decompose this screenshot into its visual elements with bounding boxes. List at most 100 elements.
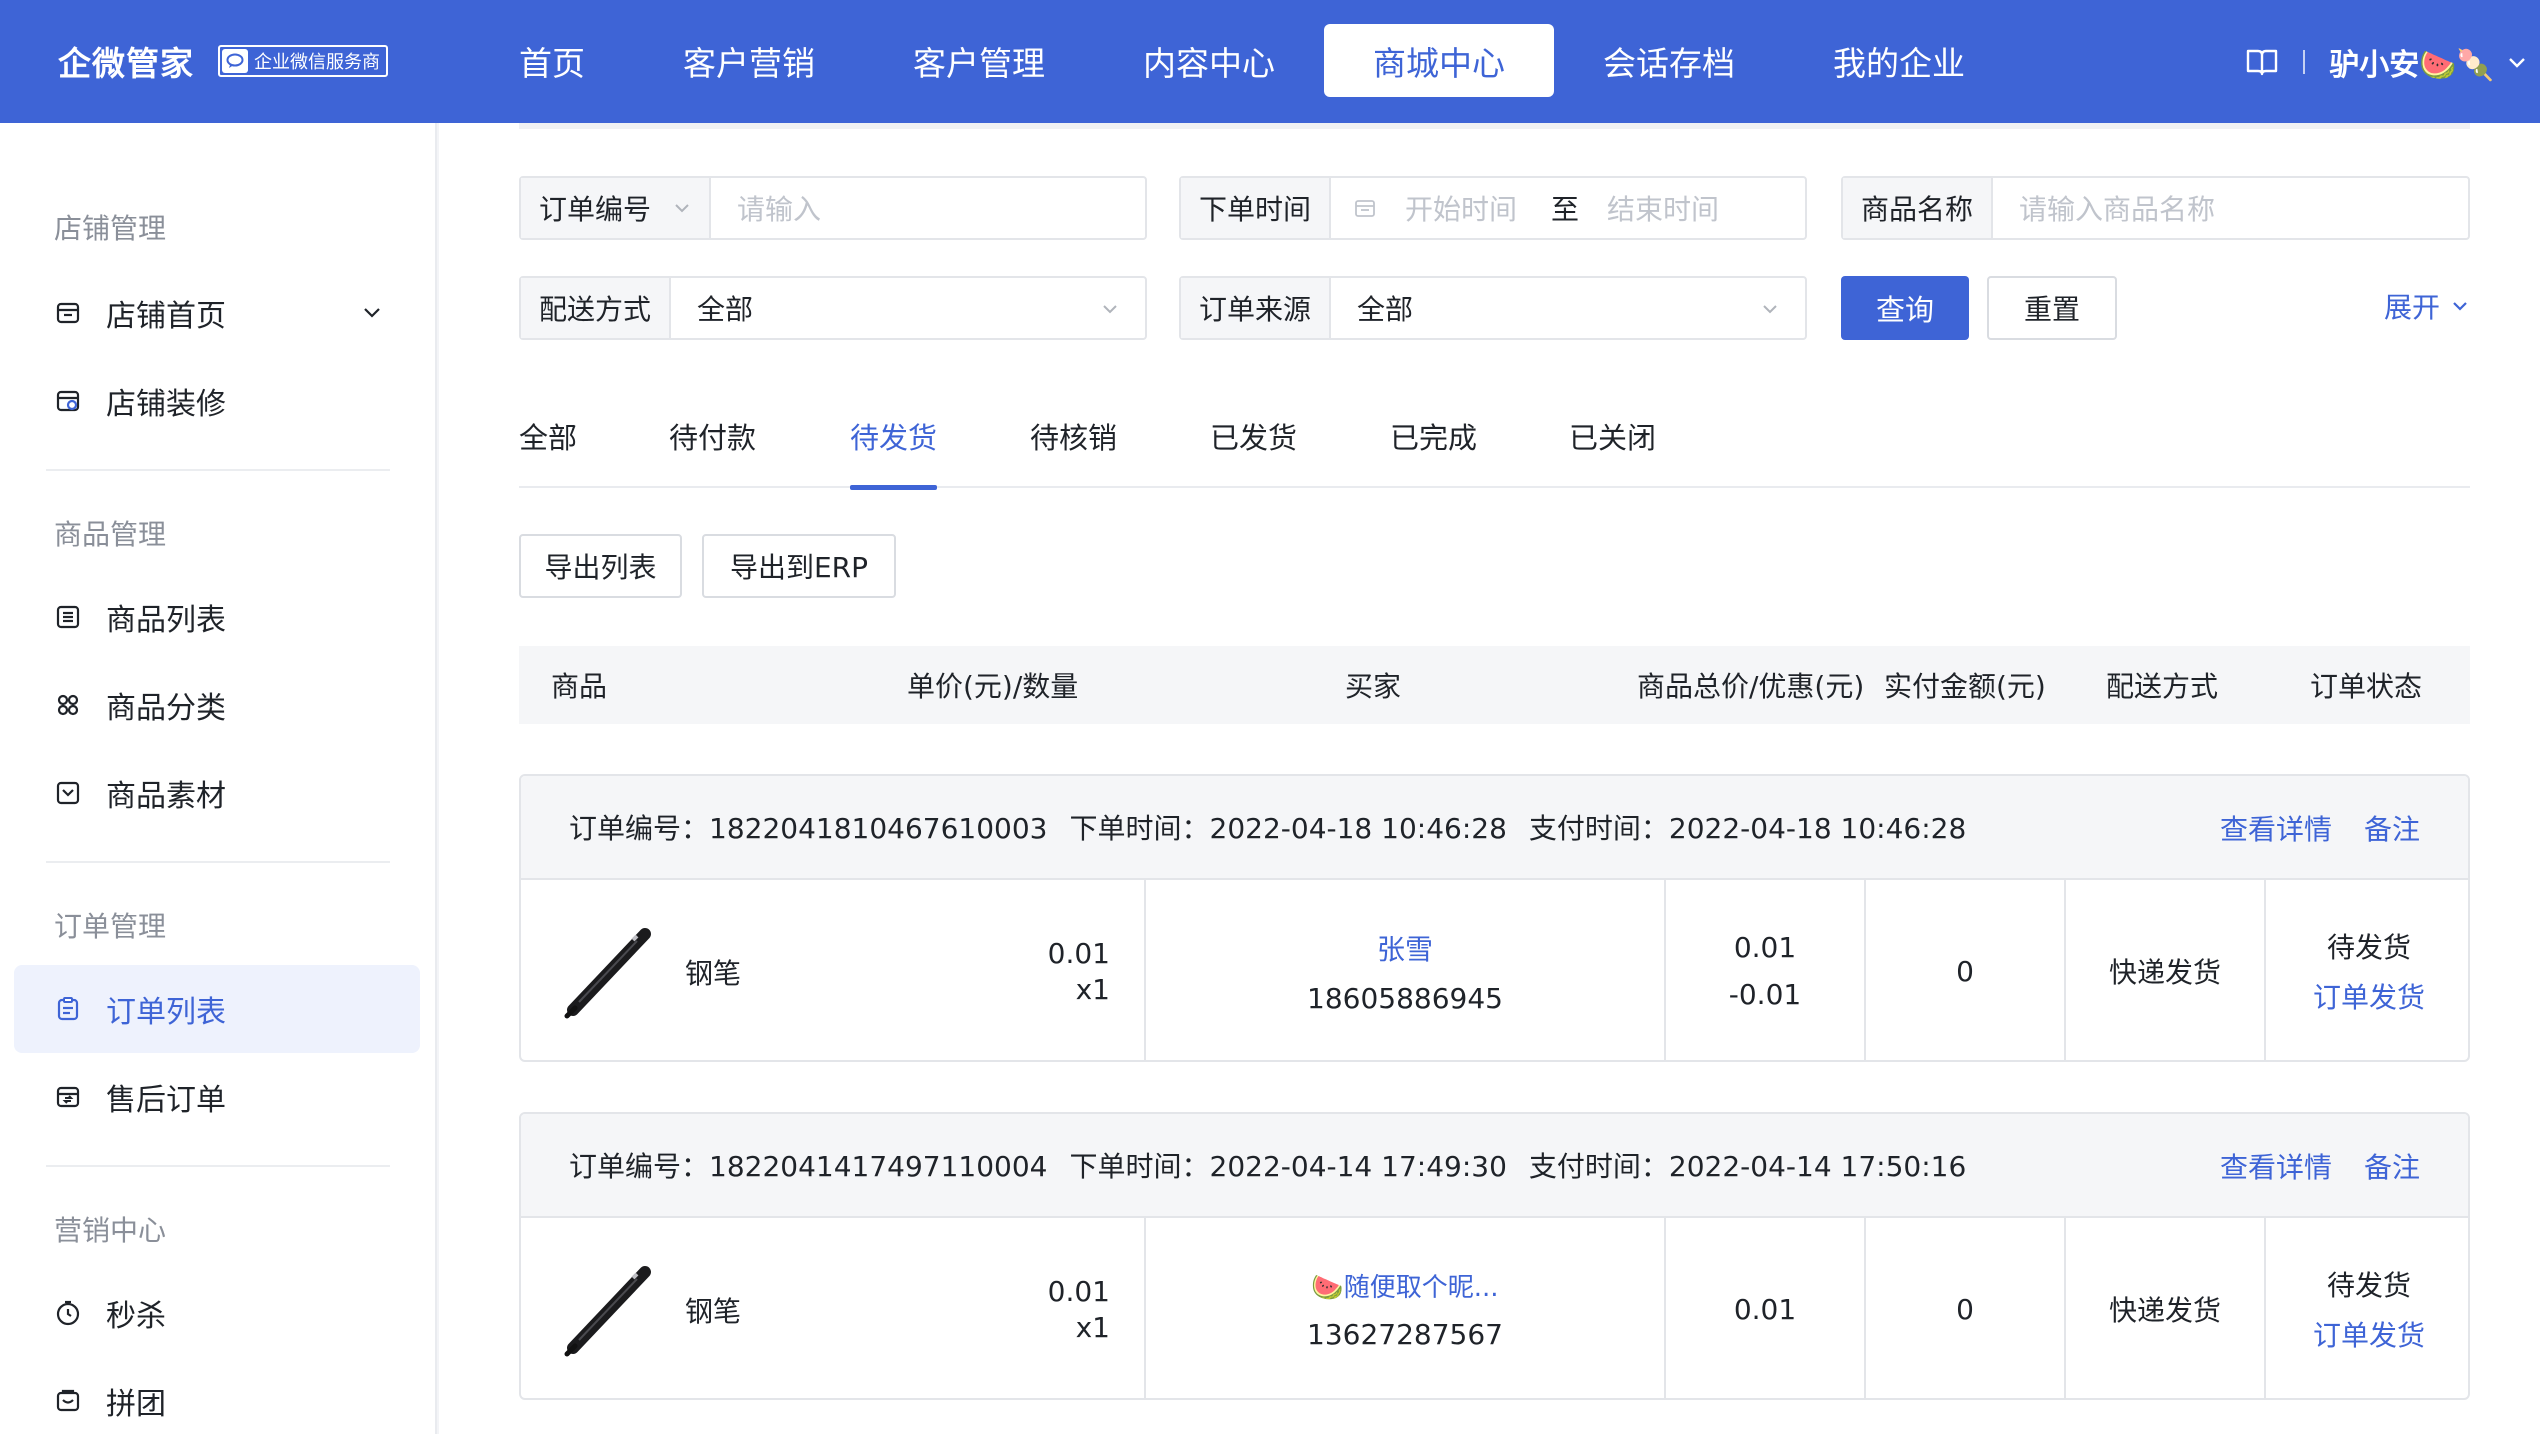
order-status-tabs: 全部 待付款 待发货 待核销 已发货 已完成 已关闭 — [519, 393, 2470, 490]
store-icon — [56, 302, 80, 324]
material-icon — [56, 781, 80, 805]
order-no-select[interactable]: 订单编号 — [521, 178, 712, 238]
sidebar-item-label: 秒杀 — [106, 1299, 166, 1334]
product-name-input[interactable]: 请输入商品名称 — [1993, 178, 2468, 238]
nav-customer-management[interactable]: 客户管理 — [864, 24, 1094, 97]
order-status: 待发货 — [2326, 931, 2411, 964]
wecom-icon — [222, 49, 248, 73]
export-list-button[interactable]: 导出列表 — [519, 534, 682, 598]
aftersale-icon — [56, 1086, 80, 1108]
tab-all[interactable]: 全部 — [519, 393, 577, 488]
order-card-header: 订单编号：1822041417497110004 下单时间：2022-04-14… — [521, 1114, 2468, 1218]
header-separator — [2303, 50, 2306, 74]
delivery-label: 配送方式 — [521, 278, 672, 338]
sidebar-item-store-decoration[interactable]: 店铺装修 — [14, 357, 420, 445]
ship-order-link[interactable]: 订单发货 — [2313, 1314, 2425, 1354]
paid-cell: 0 — [1864, 1218, 2064, 1398]
tab-pending-payment[interactable]: 待付款 — [669, 393, 756, 488]
tab-pending-shipment[interactable]: 待发货 — [850, 393, 938, 490]
order-links: 查看详情 备注 — [2220, 1114, 2420, 1218]
status-cell: 待发货 订单发货 — [2264, 880, 2468, 1060]
view-detail-link[interactable]: 查看详情 — [2220, 1146, 2332, 1186]
nav-session-archive[interactable]: 会话存档 — [1554, 24, 1784, 97]
product-name[interactable]: 钢笔 — [685, 1290, 741, 1330]
nav-home[interactable]: 首页 — [470, 24, 634, 97]
sidebar-item-flash-sale[interactable]: 秒杀 — [14, 1269, 420, 1357]
nav-my-enterprise[interactable]: 我的企业 — [1784, 24, 2014, 97]
order-links: 查看详情 备注 — [2220, 776, 2420, 880]
chevron-down-icon[interactable] — [358, 299, 386, 327]
pen-image[interactable] — [559, 922, 659, 1022]
ship-order-link[interactable]: 订单发货 — [2313, 976, 2425, 1016]
expand-toggle[interactable]: 展开 — [2384, 286, 2470, 326]
delivery-filter: 配送方式 全部 — [519, 276, 1147, 340]
sidebar-item-product-category[interactable]: 商品分类 — [14, 661, 420, 749]
tab-closed[interactable]: 已关闭 — [1569, 393, 1656, 488]
product-name-placeholder: 请输入商品名称 — [2019, 193, 2216, 226]
sidebar-item-order-list[interactable]: 订单列表 — [14, 965, 420, 1053]
query-button[interactable]: 查询 — [1841, 276, 1969, 340]
tab-pending-verification[interactable]: 待核销 — [1030, 393, 1117, 488]
tab-completed[interactable]: 已完成 — [1390, 393, 1477, 488]
header-right: 驴小安🍉🍡 — [2245, 34, 2528, 90]
nav-mall-center[interactable]: 商城中心 — [1324, 24, 1554, 97]
delivery-cell: 快递发货 — [2064, 1218, 2264, 1398]
sidebar-item-after-sale[interactable]: 售后订单 — [14, 1053, 420, 1141]
group-product-management: 商品管理 — [54, 518, 167, 551]
tab-shipped[interactable]: 已发货 — [1210, 393, 1297, 488]
sidebar-item-product-list[interactable]: 商品列表 — [14, 573, 420, 661]
top-divider — [519, 123, 2470, 129]
nav-customer-marketing[interactable]: 客户营销 — [634, 24, 864, 97]
source-filter: 订单来源 全部 — [1179, 276, 1807, 340]
order-card-header: 订单编号：1822041810467610003 下单时间：2022-04-18… — [521, 776, 2468, 880]
order-time-label: 下单时间 — [1181, 178, 1332, 238]
delivery-select[interactable]: 全部 — [671, 278, 1145, 338]
buyer-phone: 18605886945 — [1307, 981, 1503, 1015]
start-time-placeholder[interactable]: 开始时间 — [1405, 188, 1517, 228]
total-cell: 0.01 -0.01 — [1664, 880, 1864, 1060]
order-no: 订单编号：1822041417497110004 — [569, 1150, 1048, 1183]
buyer-cell: 🍉随便取个昵... 13627287567 — [1144, 1218, 1664, 1398]
pen-image[interactable] — [559, 1260, 659, 1360]
sidebar-item-label: 售后订单 — [106, 1083, 226, 1118]
brand-name: 企微管家 — [58, 44, 194, 83]
sidebar-divider — [46, 861, 390, 863]
export-erp-button[interactable]: 导出到ERP — [702, 534, 896, 598]
source-select[interactable]: 全部 — [1331, 278, 1805, 338]
remark-link[interactable]: 备注 — [2364, 808, 2420, 848]
total-price: 0.01 — [1733, 931, 1797, 964]
main-content: 订单编号 请输入 下单时间 开始时间 至 结束时间 商品名称 请输入商品名称 配… — [439, 123, 2540, 1434]
order-no-input[interactable]: 请输入 — [711, 178, 1145, 238]
end-time-placeholder[interactable]: 结束时间 — [1607, 188, 1719, 228]
sidebar-item-label: 店铺首页 — [106, 299, 226, 334]
view-detail-link[interactable]: 查看详情 — [2220, 808, 2332, 848]
pay-time: 支付时间：2022-04-18 10:46:28 — [1528, 812, 1967, 845]
sidebar-item-product-material[interactable]: 商品素材 — [14, 749, 420, 837]
sidebar-item-store-home[interactable]: 店铺首页 — [14, 269, 420, 357]
remark-link[interactable]: 备注 — [2364, 1146, 2420, 1186]
product-cell: 钢笔 0.01 x1 — [521, 880, 1144, 1060]
reset-button[interactable]: 重置 — [1987, 276, 2117, 340]
group-store-management: 店铺管理 — [54, 212, 167, 245]
sidebar-item-group-buy[interactable]: 拼团 — [14, 1357, 420, 1434]
user-name[interactable]: 驴小安🍉🍡 — [2329, 40, 2494, 84]
order-time-filter: 下单时间 开始时间 至 结束时间 — [1179, 176, 1807, 240]
buyer-name[interactable]: 张雪 — [1377, 928, 1433, 968]
buyer-name[interactable]: 🍉随便取个昵... — [1311, 1267, 1498, 1304]
price-qty: 0.01 x1 — [1048, 936, 1110, 1008]
chevron-down-icon[interactable] — [2506, 51, 2528, 73]
nav-content-center[interactable]: 内容中心 — [1094, 24, 1324, 97]
order-no-placeholder: 请输入 — [737, 193, 822, 226]
product-name[interactable]: 钢笔 — [685, 952, 741, 992]
group-buy-icon — [56, 1389, 80, 1412]
unit-price: 0.01 — [1047, 1275, 1110, 1308]
sidebar-item-label: 商品列表 — [106, 603, 226, 638]
brand[interactable]: 企微管家 企业微信服务商 — [58, 36, 388, 86]
book-icon[interactable] — [2245, 47, 2279, 77]
order-time-range[interactable]: 开始时间 至 结束时间 — [1331, 178, 1805, 238]
sidebar-item-label: 商品素材 — [106, 779, 226, 814]
col-delivery: 配送方式 — [2106, 670, 2219, 703]
paid-amount: 0 — [1956, 954, 1974, 988]
decorate-icon — [56, 390, 80, 412]
delivery-cell: 快递发货 — [2064, 880, 2264, 1060]
